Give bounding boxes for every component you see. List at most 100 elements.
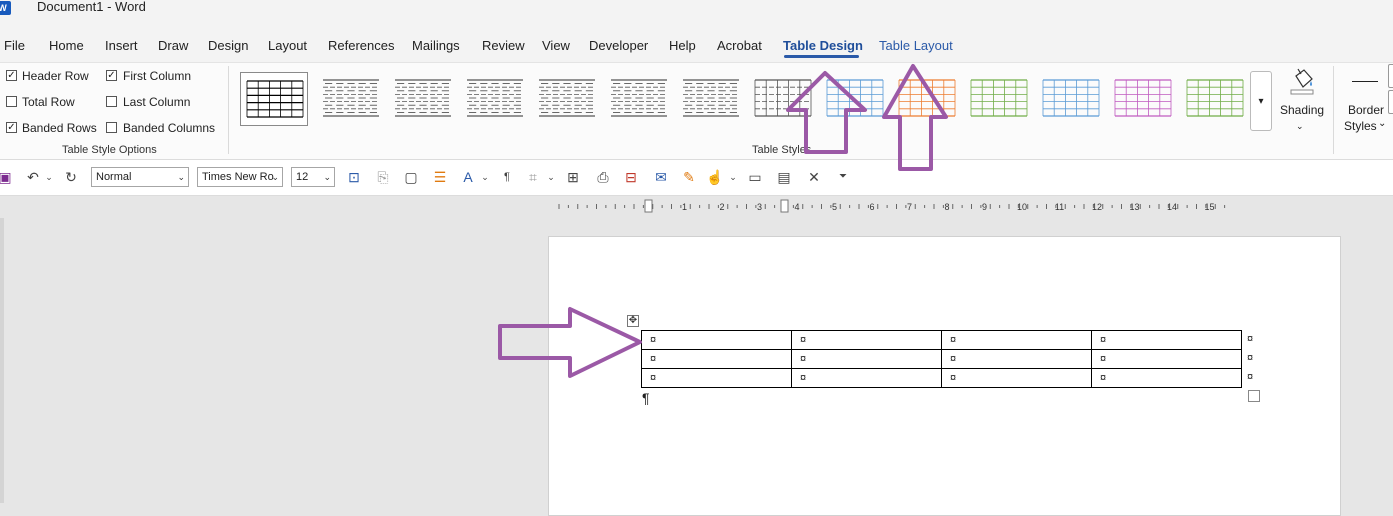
gallery-more-button[interactable]: ▾ — [1250, 71, 1272, 131]
tab-developer[interactable]: Developer — [589, 38, 648, 54]
format-painter-icon[interactable]: ⎘ — [374, 168, 392, 186]
table-style-thumbnail[interactable] — [461, 72, 529, 126]
header-row-checkbox[interactable]: ✓ — [6, 70, 17, 81]
banded-rows-checkbox[interactable]: ✓ — [6, 122, 17, 133]
font-size-combobox[interactable]: 12 ⌄ — [291, 167, 335, 187]
save-icon[interactable]: ▣ — [0, 168, 14, 186]
table-style-thumbnail[interactable] — [389, 72, 457, 126]
tab-layout[interactable]: Layout — [268, 38, 307, 54]
table-cell[interactable]: ¤ — [941, 368, 1092, 388]
chevron-down-icon[interactable]: ⌄ — [724, 168, 742, 186]
table-move-handle-icon[interactable]: ✥ — [627, 315, 639, 327]
tab-references[interactable]: References — [328, 38, 394, 54]
tab-view[interactable]: View — [542, 38, 570, 54]
tab-draw[interactable]: Draw — [158, 38, 188, 54]
table-cell[interactable]: ¤ — [791, 368, 942, 388]
print-preview-icon[interactable]: ⎙ — [594, 168, 612, 186]
tab-review[interactable]: Review — [482, 38, 525, 54]
table-cell[interactable]: ¤ — [1091, 330, 1242, 350]
table-cell[interactable]: ¤ — [641, 349, 792, 369]
ruler-indent-marker[interactable] — [780, 199, 789, 213]
table-style-thumbnail[interactable] — [533, 72, 601, 126]
table-grid-icon[interactable]: ⊞ — [564, 168, 582, 186]
touch-mode-icon[interactable]: ☝ — [706, 168, 724, 186]
tab-insert[interactable]: Insert — [105, 38, 138, 54]
banded-columns-label[interactable]: Banded Columns — [123, 121, 215, 135]
border-line-icon[interactable] — [1352, 81, 1378, 82]
shading-button[interactable] — [1288, 66, 1316, 96]
chevron-down-icon[interactable]: ⌄ — [1296, 118, 1304, 134]
paragraph-mark-icon[interactable]: ¶ — [498, 168, 516, 186]
table-grid-icon — [1114, 79, 1172, 117]
table-style-thumbnail[interactable] — [240, 72, 308, 126]
tab-help[interactable]: Help — [669, 38, 696, 54]
table-style-thumbnail[interactable] — [1109, 72, 1177, 126]
word-app-icon[interactable]: W — [0, 1, 11, 15]
tab-home[interactable]: Home — [49, 38, 84, 54]
tab-mailings[interactable]: Mailings — [412, 38, 460, 54]
tab-table-layout[interactable]: Table Layout — [879, 38, 953, 54]
total-row-checkbox[interactable] — [6, 96, 17, 107]
banded-rows-label[interactable]: Banded Rows — [22, 121, 97, 135]
open-folder-icon[interactable]: ▭ — [746, 168, 764, 186]
banded-columns-checkbox[interactable] — [106, 122, 117, 133]
chevron-down-icon[interactable]: ⌄ — [40, 168, 58, 186]
document-red-icon[interactable]: ⊟ — [622, 168, 640, 186]
email-icon[interactable]: ✉ — [652, 168, 670, 186]
table-row: ¤ ¤ ¤ ¤ — [641, 330, 1242, 350]
pen-color-button[interactable] — [1388, 90, 1393, 114]
table-style-thumbnail[interactable] — [821, 72, 889, 126]
table-style-thumbnail[interactable] — [965, 72, 1033, 126]
text-box-icon[interactable]: ⊡ — [345, 168, 363, 186]
style-combobox[interactable]: Normal ⌄ — [91, 167, 189, 187]
ruler-label: 10 — [1017, 202, 1027, 212]
table-cell[interactable]: ¤ — [1091, 368, 1242, 388]
ruler-indent-marker[interactable] — [644, 199, 653, 213]
table-cell[interactable]: ¤ — [941, 349, 1092, 369]
table-style-thumbnail[interactable] — [749, 72, 817, 126]
redo-icon[interactable]: ↻ — [62, 168, 80, 186]
document-check-icon[interactable]: ▤ — [775, 168, 793, 186]
document-table[interactable]: ¤ ¤ ¤ ¤ ¤ ¤ ¤ ¤ ¤ ¤ ¤ ¤ — [641, 330, 1242, 388]
table-style-thumbnail[interactable] — [1037, 72, 1105, 126]
table-style-thumbnail[interactable] — [605, 72, 673, 126]
ruler-label: 11 — [1055, 202, 1064, 212]
tab-acrobat[interactable]: Acrobat — [717, 38, 762, 54]
new-document-icon[interactable]: ▢ — [402, 168, 420, 186]
total-row-label[interactable]: Total Row — [22, 95, 75, 109]
table-cell[interactable]: ¤ — [641, 368, 792, 388]
table-cell[interactable]: ¤ — [791, 330, 942, 350]
border-painter-button[interactable] — [1388, 64, 1393, 88]
chevron-down-icon[interactable]: ⌄ — [476, 168, 494, 186]
font-color-icon[interactable]: A — [459, 168, 477, 186]
chevron-down-icon[interactable]: ⌄ — [1378, 116, 1386, 132]
chevron-down-icon[interactable]: ⌄ — [542, 168, 560, 186]
last-column-checkbox[interactable] — [106, 96, 117, 107]
tab-table-design[interactable]: Table Design — [783, 38, 863, 54]
table-style-thumbnail[interactable] — [677, 72, 745, 126]
horizontal-ruler[interactable]: 1 2 3 4 5 6 7 8 9 10 11 12 13 14 15 — [549, 199, 1252, 215]
table-cell[interactable]: ¤ — [641, 330, 792, 350]
customize-toolbar-icon[interactable]: ⏷ — [834, 168, 852, 186]
table-grid-icon — [826, 79, 884, 117]
table-cell[interactable]: ¤ — [1091, 349, 1242, 369]
table-style-thumbnail[interactable] — [893, 72, 961, 126]
last-column-label[interactable]: Last Column — [123, 95, 190, 109]
first-column-label[interactable]: First Column — [123, 69, 191, 83]
tab-design[interactable]: Design — [208, 38, 248, 54]
shading-label[interactable]: Shading — [1280, 102, 1324, 118]
document-orange-icon[interactable]: ✎ — [680, 168, 698, 186]
tab-file[interactable]: File — [4, 38, 25, 54]
table-style-thumbnail[interactable] — [1181, 72, 1249, 126]
table-style-thumbnail[interactable] — [317, 72, 385, 126]
table-cell[interactable]: ¤ — [791, 349, 942, 369]
header-row-label[interactable]: Header Row — [22, 69, 89, 83]
first-column-checkbox[interactable]: ✓ — [106, 70, 117, 81]
font-combobox[interactable]: Times New Ro ⌄ — [197, 167, 283, 187]
line-spacing-icon[interactable]: ☰ — [431, 168, 449, 186]
border-styles-label-line2[interactable]: Styles — [1344, 118, 1377, 134]
table-resize-handle[interactable] — [1248, 390, 1260, 402]
close-icon[interactable]: ✕ — [805, 168, 823, 186]
table-cell[interactable]: ¤ — [941, 330, 1092, 350]
selection-pane-icon[interactable]: ⌗ — [524, 168, 542, 186]
